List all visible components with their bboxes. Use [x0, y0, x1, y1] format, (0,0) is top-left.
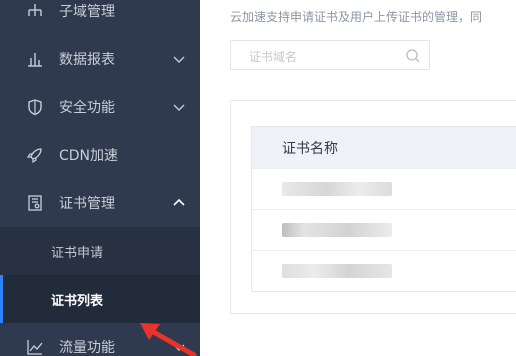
rocket-icon — [26, 146, 44, 164]
redacted-cert-name — [282, 182, 392, 196]
sidebar-subitem-label: 证书申请 — [51, 245, 104, 261]
column-header-cert-name: 证书名称 — [252, 127, 516, 168]
sidebar-item-label: 证书管理 — [59, 196, 115, 212]
sidebar-item-reports[interactable]: 数据报表 — [0, 35, 200, 83]
search-input[interactable]: 证书域名 — [230, 40, 430, 70]
redacted-cert-name — [282, 264, 392, 278]
table-row[interactable] — [252, 168, 516, 209]
hierarchy-icon — [26, 2, 44, 20]
sidebar: 子域管理 数据报表 安全功能 CDN加速 证书管理 证书申请 证书列表 流量功能 — [0, 0, 200, 356]
certificate-submenu: 证书申请 证书列表 — [0, 227, 200, 323]
search-placeholder: 证书域名 — [249, 50, 298, 64]
main-content: 云加速支持申请证书及用户上传证书的管理，同 证书域名 证书名称 — [200, 0, 516, 356]
column-header-label: 证书名称 — [282, 140, 338, 157]
sidebar-item-security[interactable]: 安全功能 — [0, 83, 200, 131]
page-description: 云加速支持申请证书及用户上传证书的管理，同 — [230, 10, 483, 24]
sidebar-subitem-label: 证书列表 — [51, 293, 104, 309]
line-chart-icon — [26, 338, 44, 356]
certificate-table: 证书名称 — [251, 126, 516, 292]
redacted-cert-name — [282, 223, 392, 237]
sidebar-item-label: 数据报表 — [59, 52, 115, 68]
chevron-down-icon — [173, 104, 185, 111]
table-row[interactable] — [252, 209, 516, 250]
shield-icon — [26, 98, 44, 116]
sidebar-item-cdn[interactable]: CDN加速 — [0, 131, 200, 179]
chevron-down-icon — [173, 56, 185, 63]
bar-chart-icon — [26, 50, 44, 68]
chevron-up-icon — [173, 198, 185, 206]
sidebar-item-label: 安全功能 — [59, 100, 115, 116]
search-icon[interactable] — [405, 48, 421, 64]
sidebar-subitem-cert-apply[interactable]: 证书申请 — [0, 227, 200, 275]
certificate-panel: 证书名称 — [230, 100, 516, 314]
sidebar-item-label: 流量功能 — [59, 340, 115, 356]
sidebar-item-label: CDN加速 — [59, 148, 119, 164]
sidebar-item-label: 子域管理 — [59, 4, 115, 20]
annotation-arrow-icon — [140, 323, 197, 356]
active-indicator — [0, 275, 3, 323]
sidebar-item-subdomain[interactable]: 子域管理 — [0, 0, 200, 35]
table-row[interactable] — [252, 250, 516, 291]
sidebar-item-certificates[interactable]: 证书管理 — [0, 179, 200, 227]
certificate-icon — [26, 194, 44, 212]
